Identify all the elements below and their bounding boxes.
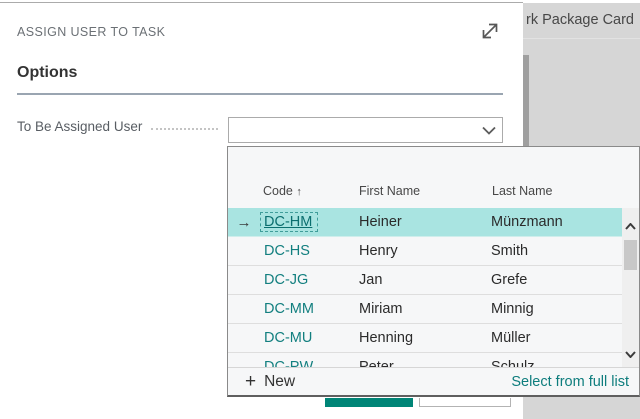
- expand-dialog-icon[interactable]: [478, 19, 502, 43]
- to-be-assigned-user-label: To Be Assigned User: [17, 119, 142, 134]
- code-link[interactable]: DC-JG: [260, 272, 356, 288]
- first-name-cell: Miriam: [356, 301, 488, 317]
- column-header-first-name[interactable]: First Name: [359, 184, 420, 198]
- code-link[interactable]: DC-MM: [260, 301, 356, 317]
- first-name-cell: Henning: [356, 330, 488, 346]
- code-link[interactable]: DC-HM: [260, 212, 318, 232]
- table-row-clipped[interactable]: DC-PW Peter Schulz: [228, 353, 622, 368]
- table-row[interactable]: DC-JG Jan Grefe: [228, 266, 622, 295]
- background-window-title: rk Package Card: [526, 12, 634, 28]
- dropdown-scrollbar[interactable]: [622, 208, 639, 368]
- options-section-rule: [17, 93, 503, 95]
- scrollbar-up-icon[interactable]: [622, 218, 639, 234]
- code-link[interactable]: DC-HS: [260, 243, 356, 259]
- table-row[interactable]: DC-MU Henning Müller: [228, 324, 622, 353]
- dotted-leader: [151, 128, 218, 130]
- ok-button[interactable]: [325, 398, 413, 407]
- column-header-last-name[interactable]: Last Name: [492, 184, 552, 198]
- last-name-cell: Müller: [488, 330, 622, 346]
- last-name-cell: Minnig: [488, 301, 622, 317]
- table-row[interactable]: DC-HS Henry Smith: [228, 237, 622, 266]
- first-name-cell: Heiner: [356, 214, 488, 230]
- dialog-top-border: [0, 2, 523, 3]
- select-from-full-list-link[interactable]: Select from full list: [511, 374, 629, 390]
- chevron-down-icon[interactable]: [476, 118, 502, 142]
- first-name-cell: Jan: [356, 272, 488, 288]
- code-link[interactable]: DC-MU: [260, 330, 356, 346]
- table-row[interactable]: DC-MM Miriam Minnig: [228, 295, 622, 324]
- first-name-cell: Henry: [356, 243, 488, 259]
- last-name-cell: Münzmann: [488, 214, 622, 230]
- scrollbar-thumb[interactable]: [624, 240, 637, 270]
- to-be-assigned-user-input[interactable]: [229, 118, 476, 142]
- sort-ascending-icon: ↑: [296, 186, 302, 198]
- background-window-scrollbar: [523, 55, 529, 146]
- plus-icon: +: [245, 372, 256, 391]
- dropdown-footer: + New Select from full list: [228, 367, 639, 395]
- selected-row-pointer-icon: →: [237, 214, 252, 231]
- user-lookup-dropdown: Code ↑ First Name Last Name → DC-HM Hein…: [227, 146, 640, 397]
- last-name-cell: Smith: [488, 243, 622, 259]
- column-header-code[interactable]: Code ↑: [263, 184, 302, 198]
- table-row-selected[interactable]: → DC-HM Heiner Münzmann: [228, 208, 622, 237]
- options-section-heading: Options: [17, 64, 77, 82]
- new-button[interactable]: + New: [245, 372, 295, 391]
- background-window-divider: [523, 38, 640, 39]
- scrollbar-down-icon[interactable]: [622, 346, 639, 362]
- to-be-assigned-user-combobox[interactable]: [228, 117, 503, 143]
- dialog-title: ASSIGN USER TO TASK: [17, 25, 165, 39]
- last-name-cell: Grefe: [488, 272, 622, 288]
- new-button-label: New: [264, 373, 295, 391]
- cancel-button[interactable]: [419, 398, 511, 407]
- lookup-table-header: Code ↑ First Name Last Name: [228, 147, 639, 208]
- lookup-table-body: → DC-HM Heiner Münzmann DC-HS Henry Smit…: [228, 208, 622, 368]
